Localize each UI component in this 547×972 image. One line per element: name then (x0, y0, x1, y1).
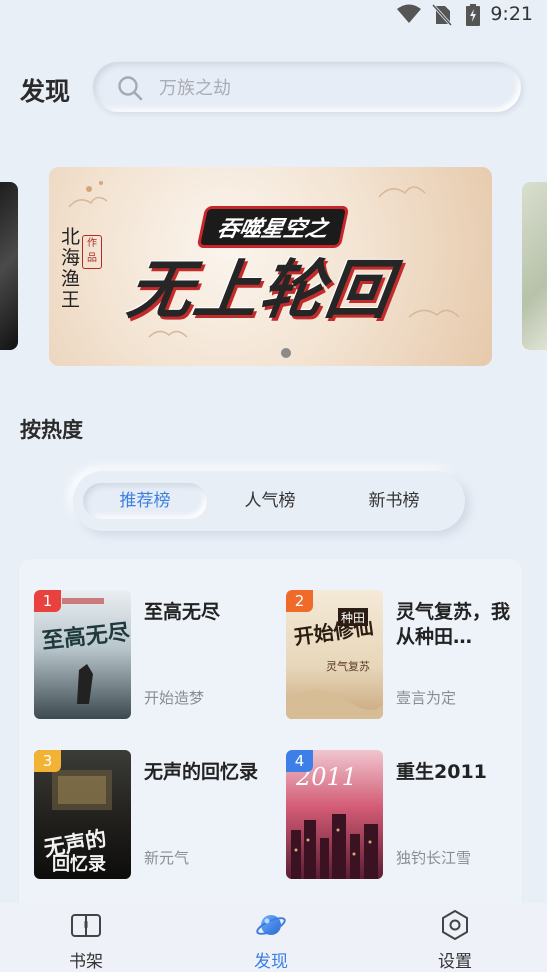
book-cover: 2011 4 (286, 750, 383, 879)
nav-bookshelf[interactable]: 书架 (41, 903, 131, 972)
book-author: 开始造梦 (144, 689, 205, 707)
book-author: 壹言为定 (396, 689, 457, 707)
rank-badge: 1 (34, 590, 61, 612)
planet-icon (256, 915, 286, 935)
book-icon (71, 914, 101, 937)
nav-settings[interactable]: 设置 (410, 903, 500, 972)
book-item-3[interactable]: 无声的 回忆录 3 无声的回忆录 新元气 (34, 750, 274, 880)
book-cover: 至高无尽 1 (34, 590, 131, 719)
search-input[interactable] (157, 74, 491, 102)
banner-author: 北海渔王 (61, 226, 81, 311)
status-bar: 9:21 (0, 0, 547, 28)
banner-slide[interactable]: 北海渔王 作品 吞噬星空之 无上轮回 (49, 167, 492, 366)
nav-label: 设置 (438, 952, 472, 972)
book-title: 至高无尽 (144, 601, 221, 623)
book-cover: 开始修仙 种田 灵气复苏 2 (286, 590, 383, 719)
nav-label: 书架 (69, 952, 103, 972)
wifi-icon (397, 4, 421, 23)
svg-text:至高无尽: 至高无尽 (41, 619, 131, 654)
ranking-tabs: 推荐榜 人气榜 新书榜 (73, 471, 465, 531)
book-title: 灵气复苏，我从种田… (396, 601, 511, 648)
book-item-2[interactable]: 开始修仙 种田 灵气复苏 2 灵气复苏，我从种田… 壹言为定 (286, 590, 526, 720)
book-list: 至高无尽 1 至高无尽 开始造梦 开始修仙 种田 灵气复苏 2 灵气复苏，我从种… (19, 559, 522, 919)
rank-badge: 2 (286, 590, 313, 612)
settings-icon (442, 910, 468, 940)
book-item-1[interactable]: 至高无尽 1 至高无尽 开始造梦 (34, 590, 274, 720)
book-cover: 无声的 回忆录 3 (34, 750, 131, 879)
status-time: 9:21 (490, 3, 533, 25)
book-title: 无声的回忆录 (144, 761, 259, 783)
banner-seal: 作品 (82, 235, 102, 269)
book-author: 独钓长江雪 (396, 849, 472, 867)
svg-text:种田: 种田 (341, 611, 365, 625)
carousel-next-cover[interactable] (522, 182, 547, 350)
search-icon (118, 76, 143, 101)
search-bar[interactable] (93, 62, 521, 112)
book-author: 新元气 (144, 849, 190, 867)
page-title: 发现 (20, 77, 71, 106)
carousel-prev-cover[interactable] (0, 182, 18, 350)
section-title: 按热度 (20, 418, 83, 442)
battery-charging-icon (466, 4, 480, 26)
book-item-4[interactable]: 2011 4 重生2011 独钓长江雪 (286, 750, 526, 880)
tab-recommended[interactable]: 推荐榜 (83, 483, 207, 519)
tab-popular[interactable]: 人气榜 (213, 483, 327, 519)
rank-badge: 3 (34, 750, 61, 772)
banner-title: 无上轮回 (122, 254, 398, 328)
carousel-indicator (281, 348, 291, 358)
tab-new-books[interactable]: 新书榜 (337, 483, 451, 519)
no-sim-icon (432, 4, 452, 26)
rank-badge: 4 (286, 750, 313, 772)
nav-discover[interactable]: 发现 (226, 903, 316, 972)
bottom-nav: 书架 发现 设置 (0, 903, 547, 972)
book-title: 重生2011 (396, 761, 487, 783)
svg-text:回忆录: 回忆录 (52, 853, 106, 875)
nav-label: 发现 (254, 952, 288, 972)
svg-text:灵气复苏: 灵气复苏 (326, 659, 370, 673)
